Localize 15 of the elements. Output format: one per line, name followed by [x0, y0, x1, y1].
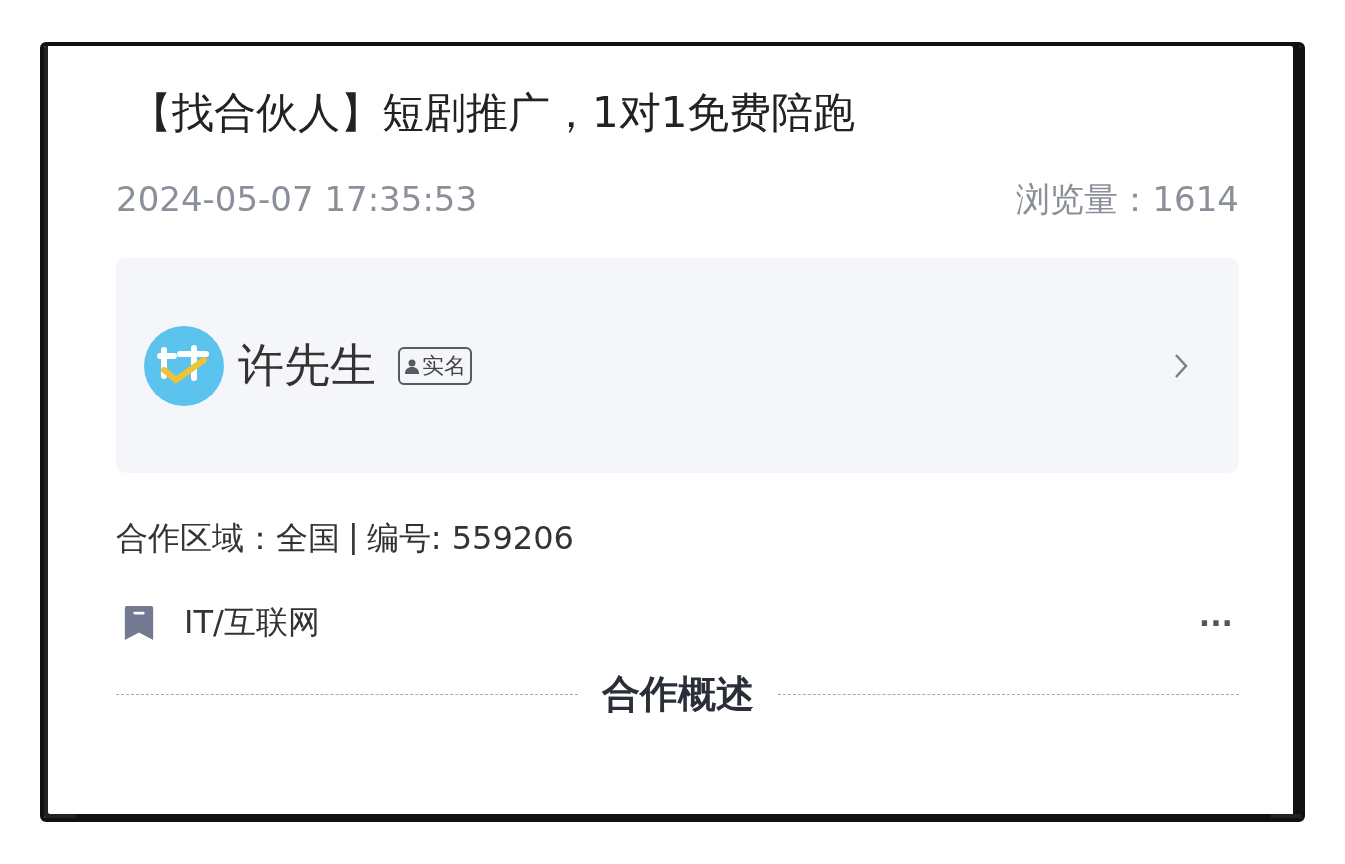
separator-text: |: [348, 517, 359, 557]
publisher-name: 许先生: [238, 336, 376, 394]
section-heading: 合作概述: [601, 671, 754, 718]
region-text: 合作区域：全国: [116, 518, 340, 559]
post-date: 2024-05-07 17:35:53: [116, 182, 478, 216]
publisher-card[interactable]: 许先生 实名: [116, 258, 1239, 473]
more-button[interactable]: ···: [1198, 605, 1233, 641]
view-count: 浏览量：1614: [1016, 182, 1239, 216]
category-label: IT/互联网: [184, 602, 320, 643]
post-title: 【找合伙人】短剧推广，1对1免费陪跑: [130, 92, 857, 134]
avatar-logo-icon: [144, 325, 224, 406]
post-number: 编号: 559206: [366, 518, 574, 559]
bookmark-icon: [124, 606, 154, 640]
badge-label: 实名: [422, 351, 466, 380]
person-icon: [404, 357, 420, 374]
